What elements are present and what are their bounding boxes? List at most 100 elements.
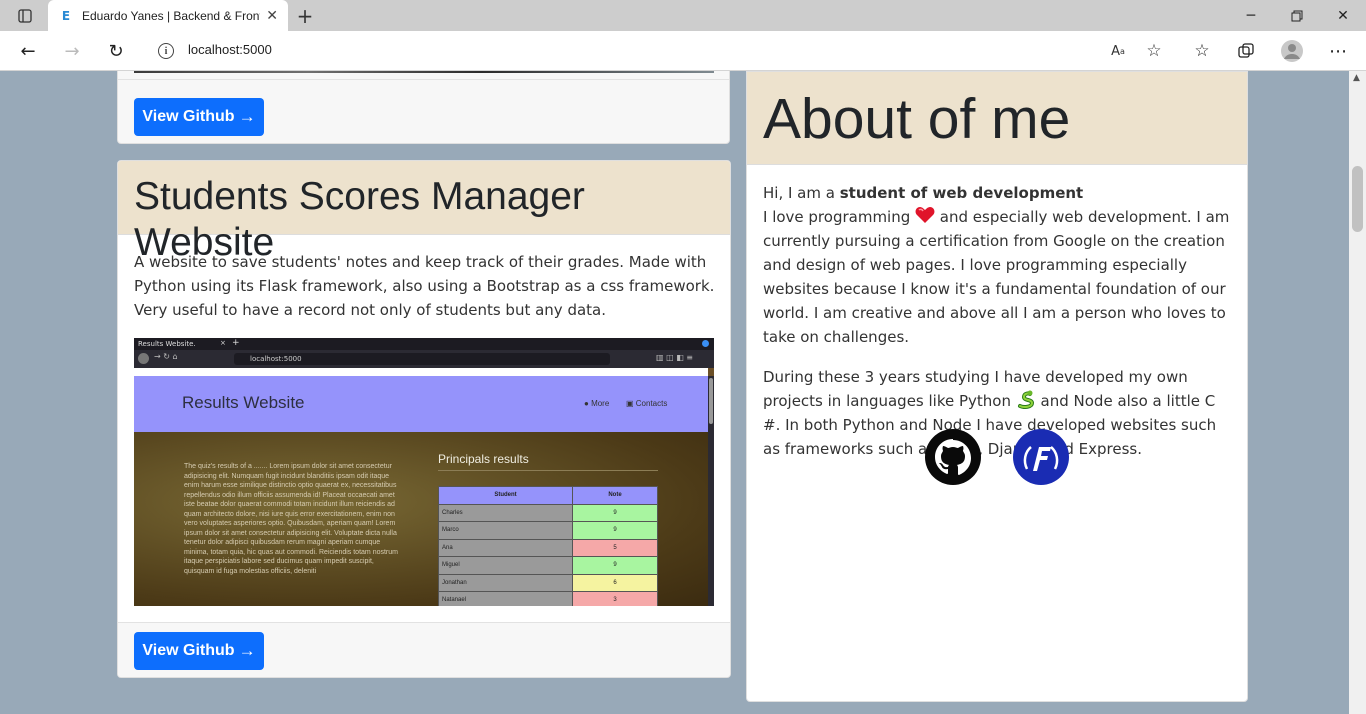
view-github-button[interactable]: View Github → bbox=[134, 98, 264, 136]
screenshot-nav-more: ● More bbox=[584, 399, 610, 408]
about-paragraph-2: During these 3 years studying I have dev… bbox=[763, 365, 1233, 461]
screenshot-tabbar: Results Website. × + bbox=[134, 338, 714, 350]
about-title: About of me bbox=[747, 72, 1247, 165]
info-icon[interactable]: i bbox=[158, 43, 174, 59]
arrow-right-icon: → bbox=[238, 107, 256, 126]
nav-more-label: More bbox=[591, 399, 610, 408]
view-github-button[interactable]: View Github → bbox=[134, 632, 264, 670]
table-header-row: Student Note bbox=[438, 486, 658, 505]
student-name: Miguel bbox=[438, 556, 573, 575]
add-favorite-icon[interactable]: ☆ bbox=[1142, 39, 1166, 63]
forward-icon[interactable]: → bbox=[58, 37, 86, 65]
intro-text: Hi, I am a bbox=[763, 184, 840, 202]
button-label: View Github bbox=[142, 642, 235, 659]
student-name: Ana bbox=[438, 538, 573, 557]
new-tab-icon[interactable]: + bbox=[292, 3, 318, 29]
toolbar-icons: ▥ ◫ ◧ ≡ bbox=[656, 353, 694, 362]
github-icon[interactable] bbox=[925, 429, 981, 485]
screenshot-results-title: Principals results bbox=[438, 452, 529, 466]
browser-chrome: E Eduardo Yanes | Backend & Frontend ✕ +… bbox=[0, 0, 1366, 71]
screenshot-brand: Results Website bbox=[182, 393, 305, 412]
column-header: Note bbox=[572, 486, 658, 505]
paragraph-text: and especially web development. I am cur… bbox=[763, 208, 1230, 346]
screenshot-scroll-thumb bbox=[709, 378, 713, 424]
tab-title: Eduardo Yanes | Backend & Frontend bbox=[82, 8, 260, 23]
about-card: About of me Hi, I am a student of web de… bbox=[746, 71, 1248, 702]
student-note: 9 bbox=[572, 521, 658, 540]
about-intro: Hi, I am a student of web development I … bbox=[763, 181, 1233, 349]
about-body: Hi, I am a student of web development I … bbox=[763, 181, 1233, 461]
nav-contacts-label: Contacts bbox=[635, 399, 668, 408]
table-row: Marco 9 bbox=[438, 521, 658, 540]
screenshot-rule bbox=[438, 470, 658, 471]
active-tab[interactable]: E Eduardo Yanes | Backend & Frontend ✕ bbox=[48, 0, 288, 31]
screenshot-nav-contacts: ▣ Contacts bbox=[626, 399, 668, 408]
forward-icon: → ↻ ⌂ bbox=[154, 352, 178, 361]
screenshot-urlbar: → ↻ ⌂ localhost:5000 ▥ ◫ ◧ ≡ bbox=[134, 350, 714, 368]
table-row: Natanael 3 bbox=[438, 591, 658, 606]
tab-favicon-icon: E bbox=[61, 8, 71, 23]
restore-icon[interactable] bbox=[1274, 0, 1320, 31]
window-dot-icon bbox=[702, 340, 709, 347]
back-icon bbox=[138, 353, 149, 364]
screenshot-hero: The quiz's results of a ....... Lorem ip… bbox=[134, 432, 708, 606]
student-note: 3 bbox=[572, 591, 658, 606]
screenshot-page-top bbox=[134, 368, 708, 376]
window-close-icon[interactable]: ✕ bbox=[1320, 0, 1366, 31]
student-name: Natanael bbox=[438, 591, 573, 606]
screenshot-scrollbar bbox=[708, 376, 714, 606]
project-card-students: Students Scores Manager Website A websit… bbox=[117, 160, 731, 678]
table-row: Charles 9 bbox=[438, 503, 658, 522]
project-description: A website to save students' notes and ke… bbox=[134, 253, 715, 319]
freecodecamp-icon[interactable] bbox=[1013, 429, 1069, 485]
address-bar[interactable]: i localhost:5000 Aa ☆ bbox=[144, 35, 1176, 67]
tab-strip: E Eduardo Yanes | Backend & Frontend ✕ +… bbox=[0, 0, 1366, 31]
screenshot-results-table: Student Note Charles 9 Marco 9 Ana 5 Miguel 9 Jo… bbox=[438, 486, 658, 606]
read-aloud-icon[interactable]: Aa bbox=[1106, 39, 1130, 63]
refresh-icon[interactable]: ↻ bbox=[102, 37, 130, 65]
collections-icon[interactable] bbox=[1232, 37, 1260, 65]
scroll-up-icon[interactable]: ▲ bbox=[1353, 73, 1360, 83]
browser-toolbar: ← → ↻ i localhost:5000 Aa ☆ ☆ ⋯ bbox=[0, 31, 1366, 71]
intro-bold: student of web development bbox=[839, 184, 1084, 202]
favorites-icon[interactable]: ☆ bbox=[1188, 37, 1216, 65]
arrow-right-icon: → bbox=[238, 641, 256, 660]
minimize-icon[interactable]: ─ bbox=[1228, 0, 1274, 31]
student-note: 5 bbox=[572, 538, 658, 557]
page-scrollbar[interactable]: ▲ bbox=[1349, 71, 1366, 714]
profile-icon[interactable] bbox=[1278, 37, 1306, 65]
table-row: Ana 5 bbox=[438, 538, 658, 557]
table-row: Jonathan 6 bbox=[438, 573, 658, 592]
screenshot-tab-title: Results Website. bbox=[138, 340, 196, 348]
student-note: 6 bbox=[572, 573, 658, 592]
student-note: 9 bbox=[572, 503, 658, 522]
screenshot-intro: The quiz's results of a ....... Lorem ip… bbox=[184, 463, 398, 575]
snake-icon bbox=[1016, 390, 1036, 410]
student-name: Charles bbox=[438, 503, 573, 522]
table-row: Miguel 9 bbox=[438, 556, 658, 575]
heart-icon bbox=[915, 207, 935, 226]
tab-actions-icon[interactable] bbox=[12, 5, 38, 27]
student-name: Marco bbox=[438, 521, 573, 540]
more-icon[interactable]: ⋯ bbox=[1324, 37, 1352, 65]
paragraph-text: I love programming bbox=[763, 208, 916, 226]
new-tab-icon: + bbox=[232, 338, 240, 348]
screenshot-url: localhost:5000 bbox=[234, 353, 610, 365]
back-icon[interactable]: ← bbox=[14, 37, 42, 65]
button-label: View Github bbox=[142, 108, 235, 125]
close-icon: × bbox=[220, 339, 226, 347]
scroll-thumb[interactable] bbox=[1352, 166, 1363, 232]
url-text[interactable]: localhost:5000 bbox=[188, 42, 272, 57]
card-footer: View Github → bbox=[118, 622, 730, 677]
page-viewport: View Github → Students Scores Manager We… bbox=[0, 71, 1349, 714]
student-name: Jonathan bbox=[438, 573, 573, 592]
card-divider bbox=[118, 79, 729, 80]
project-card-previous: View Github → bbox=[117, 71, 730, 144]
project-screenshot: Results Website. × + → ↻ ⌂ localhost:500… bbox=[134, 338, 714, 606]
student-note: 9 bbox=[572, 556, 658, 575]
column-header: Student bbox=[438, 486, 573, 505]
screenshot-navbar: Results Website ● More ▣ Contacts bbox=[134, 376, 708, 432]
close-icon[interactable]: ✕ bbox=[266, 8, 278, 24]
project-title: Students Scores Manager Website bbox=[118, 161, 730, 264]
previous-project-screenshot bbox=[134, 71, 714, 73]
